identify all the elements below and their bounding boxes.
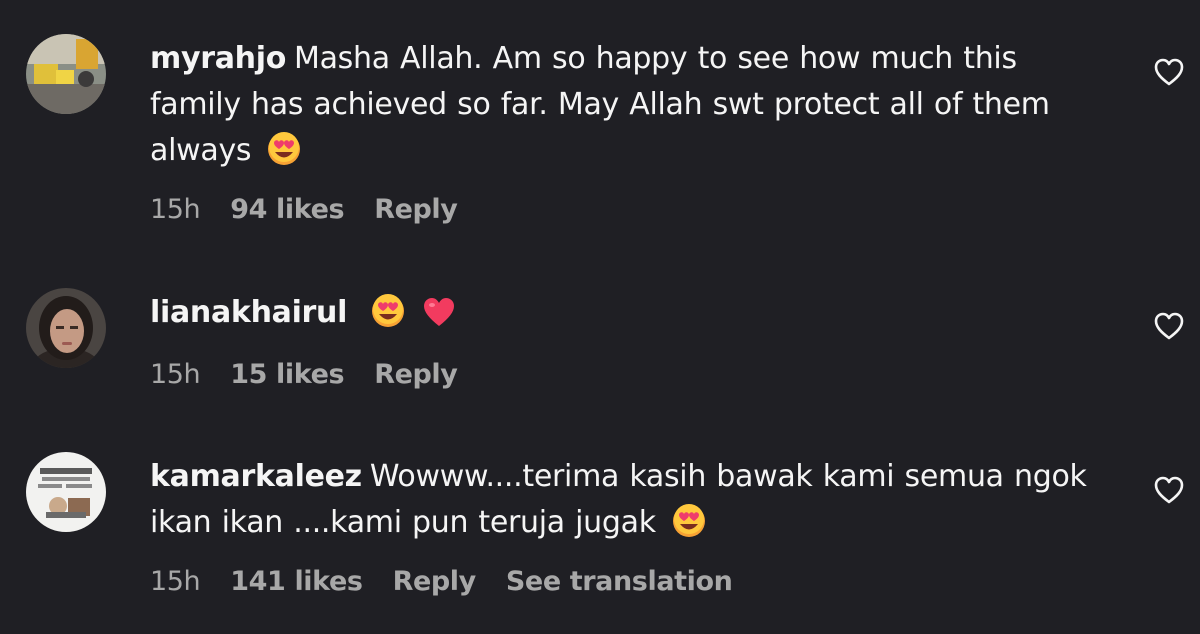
comment-meta: 15h 141 likes Reply See translation bbox=[150, 566, 733, 597]
comment-time[interactable]: 15h bbox=[150, 194, 201, 225]
heart-eyes-emoji-icon bbox=[267, 132, 301, 180]
comment-likes[interactable]: 94 likes bbox=[230, 194, 344, 225]
comment-meta: 15h 94 likes Reply bbox=[150, 194, 458, 225]
red-heart-emoji-icon bbox=[422, 296, 456, 342]
comment-username[interactable]: myrahjo bbox=[150, 41, 286, 76]
avatar[interactable] bbox=[26, 452, 106, 532]
like-heart-icon[interactable] bbox=[1153, 57, 1185, 87]
like-heart-icon[interactable] bbox=[1153, 311, 1185, 341]
heart-eyes-emoji-icon bbox=[371, 294, 405, 342]
comment-time[interactable]: 15h bbox=[150, 566, 201, 597]
avatar[interactable] bbox=[26, 34, 106, 114]
reply-button[interactable]: Reply bbox=[393, 566, 477, 597]
comment-meta: 15h 15 likes Reply bbox=[150, 359, 458, 390]
reply-button[interactable]: Reply bbox=[374, 194, 458, 225]
comment-likes[interactable]: 141 likes bbox=[230, 566, 363, 597]
reply-button[interactable]: Reply bbox=[374, 359, 458, 390]
comment-time[interactable]: 15h bbox=[150, 359, 201, 390]
see-translation-button[interactable]: See translation bbox=[506, 566, 733, 597]
like-heart-icon[interactable] bbox=[1153, 475, 1185, 505]
avatar[interactable] bbox=[26, 288, 106, 368]
heart-eyes-emoji-icon bbox=[672, 504, 706, 552]
comment-username[interactable]: kamarkaleez bbox=[150, 459, 362, 494]
comment-likes[interactable]: 15 likes bbox=[230, 359, 344, 390]
comment-username[interactable]: lianakhairul bbox=[150, 295, 347, 330]
